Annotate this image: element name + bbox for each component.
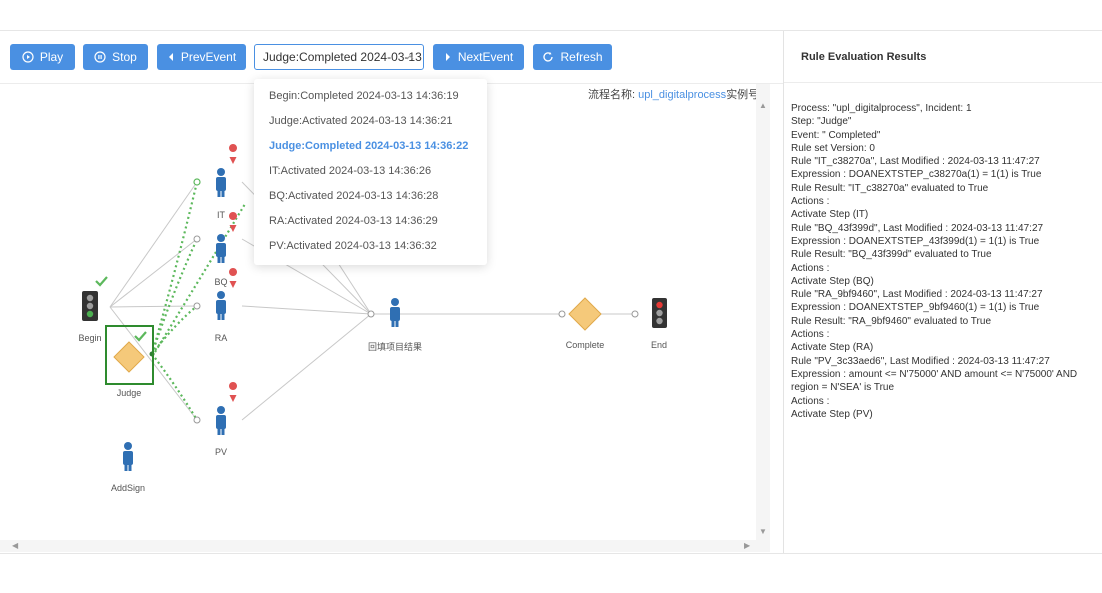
it-label: IT	[217, 210, 225, 220]
judge-check-icon	[134, 331, 147, 342]
result-line: Actions :	[791, 196, 830, 208]
prev-event-label: PrevEvent	[180, 50, 237, 64]
event-option-selected[interactable]: Judge:Completed 2024-03-13 14:36:22	[269, 140, 468, 152]
it-person-icon[interactable]	[216, 168, 226, 197]
scroll-up-icon[interactable]: ▲	[759, 102, 767, 110]
result-line: Rule Result: "IT_c38270a" evaluated to T…	[791, 182, 989, 194]
result-line: Expression : amount <= N'75000' AND amou…	[791, 368, 1078, 380]
results-title: Rule Evaluation Results	[801, 51, 927, 63]
pv-person-icon[interactable]	[216, 406, 226, 435]
result-line: Activate Step (BQ)	[791, 275, 874, 287]
event-select[interactable]: Judge:Completed 2024-03-13	[254, 44, 424, 70]
next-event-label: NextEvent	[457, 50, 514, 64]
result-line: Rule "IT_c38270a", Last Modified : 2024-…	[791, 156, 1040, 168]
merge-person-icon[interactable]	[390, 298, 400, 327]
horizontal-scrollbar[interactable]: ◀ ▶	[0, 540, 770, 552]
play-icon	[22, 51, 34, 63]
result-line: Event: " Completed"	[791, 129, 881, 141]
location-marker-icons	[229, 144, 238, 402]
result-line: Actions :	[791, 262, 830, 274]
begin-check-icon	[95, 276, 108, 287]
result-line: Actions :	[791, 329, 830, 341]
addsign-label: AddSign	[110, 483, 146, 493]
judge-label: Judge	[116, 388, 142, 398]
result-line: Rule Result: "BQ_43f399d" evaluated to T…	[791, 249, 992, 261]
caret-left-icon	[168, 53, 173, 61]
process-info: 流程名称: upl_digitalprocess实例号:1	[588, 86, 768, 102]
result-line: Expression : DOANEXTSTEP_43f399d(1) = 1(…	[791, 235, 1040, 247]
end-label: End	[650, 340, 668, 350]
result-line: Rule set Version: 0	[791, 142, 875, 154]
ra-label: RA	[214, 333, 228, 343]
begin-label: Begin	[78, 333, 102, 343]
event-option[interactable]: BQ:Activated 2024-03-13 14:36:28	[269, 190, 438, 202]
rule-results-log: Process: "upl_digitalprocess", Incident:…	[791, 102, 1101, 421]
complete-label: Complete	[565, 340, 605, 350]
process-name-label: 流程名称:	[588, 89, 636, 101]
results-divider	[784, 82, 1102, 83]
bottom-divider	[0, 553, 1102, 554]
result-line: Step: "Judge"	[791, 116, 852, 128]
event-select-value: Judge:Completed 2024-03-13	[263, 50, 422, 64]
refresh-button[interactable]: Refresh	[533, 44, 612, 70]
scroll-right-icon[interactable]: ▶	[744, 542, 750, 550]
panel-splitter[interactable]	[783, 31, 784, 553]
stop-label: Stop	[112, 50, 137, 64]
refresh-label: Refresh	[560, 50, 603, 64]
result-line: Process: "upl_digitalprocess", Incident:…	[791, 103, 972, 114]
event-option[interactable]: RA:Activated 2024-03-13 14:36:29	[269, 215, 438, 227]
result-line: Activate Step (IT)	[791, 209, 869, 221]
addsign-person-icon[interactable]	[123, 442, 133, 471]
scroll-left-icon[interactable]: ◀	[12, 542, 18, 550]
event-option[interactable]: Begin:Completed 2024-03-13 14:36:19	[269, 90, 459, 102]
refresh-icon	[543, 52, 554, 62]
result-line: Activate Step (RA)	[791, 342, 874, 354]
event-option[interactable]: PV:Activated 2024-03-13 14:36:32	[269, 240, 437, 252]
scroll-down-icon[interactable]: ▼	[759, 528, 767, 536]
end-traffic-light-icon[interactable]	[652, 298, 667, 328]
caret-right-icon	[445, 53, 450, 61]
pause-icon	[94, 51, 106, 63]
prev-event-button[interactable]: PrevEvent	[157, 44, 246, 70]
merge-label: 回填项目结果	[367, 342, 423, 352]
result-line: Expression : DOANEXTSTEP_9bf9460(1) = 1(…	[791, 302, 1040, 314]
play-button[interactable]: Play	[10, 44, 75, 70]
bq-person-icon[interactable]	[216, 234, 226, 263]
result-line: Rule "PV_3c33aed6", Last Modified : 2024…	[791, 355, 1050, 367]
bq-label: BQ	[214, 277, 228, 287]
result-line: region = N'SEA' is True	[791, 382, 895, 394]
pv-label: PV	[214, 447, 228, 457]
result-line: Activate Step (PV)	[791, 408, 873, 420]
result-line: Rule Result: "RA_9bf9460" evaluated to T…	[791, 315, 991, 327]
event-option[interactable]: IT:Activated 2024-03-13 14:36:26	[269, 165, 431, 177]
result-line: Actions :	[791, 395, 830, 407]
begin-traffic-light-icon[interactable]	[82, 291, 98, 321]
next-event-button[interactable]: NextEvent	[433, 44, 524, 70]
process-name-link[interactable]: upl_digitalprocess	[638, 89, 726, 101]
chevron-up-icon	[406, 55, 414, 60]
complete-diamond-icon[interactable]	[568, 297, 602, 331]
result-line: Rule "BQ_43f399d", Last Modified : 2024-…	[791, 222, 1044, 234]
event-option[interactable]: Judge:Activated 2024-03-13 14:36:21	[269, 115, 452, 127]
play-label: Play	[39, 50, 64, 64]
result-line: Expression : DOANEXTSTEP_c38270a(1) = 1(…	[791, 169, 1042, 181]
stop-button[interactable]: Stop	[83, 44, 148, 70]
ra-person-icon[interactable]	[216, 291, 226, 320]
result-line: Rule "RA_9bf9460", Last Modified : 2024-…	[791, 289, 1043, 301]
vertical-scrollbar[interactable]: ▲ ▼	[756, 84, 770, 540]
top-divider	[0, 30, 1102, 31]
event-dropdown: Begin:Completed 2024-03-13 14:36:19 Judg…	[254, 79, 487, 265]
judge-diamond-icon[interactable]	[113, 341, 145, 373]
